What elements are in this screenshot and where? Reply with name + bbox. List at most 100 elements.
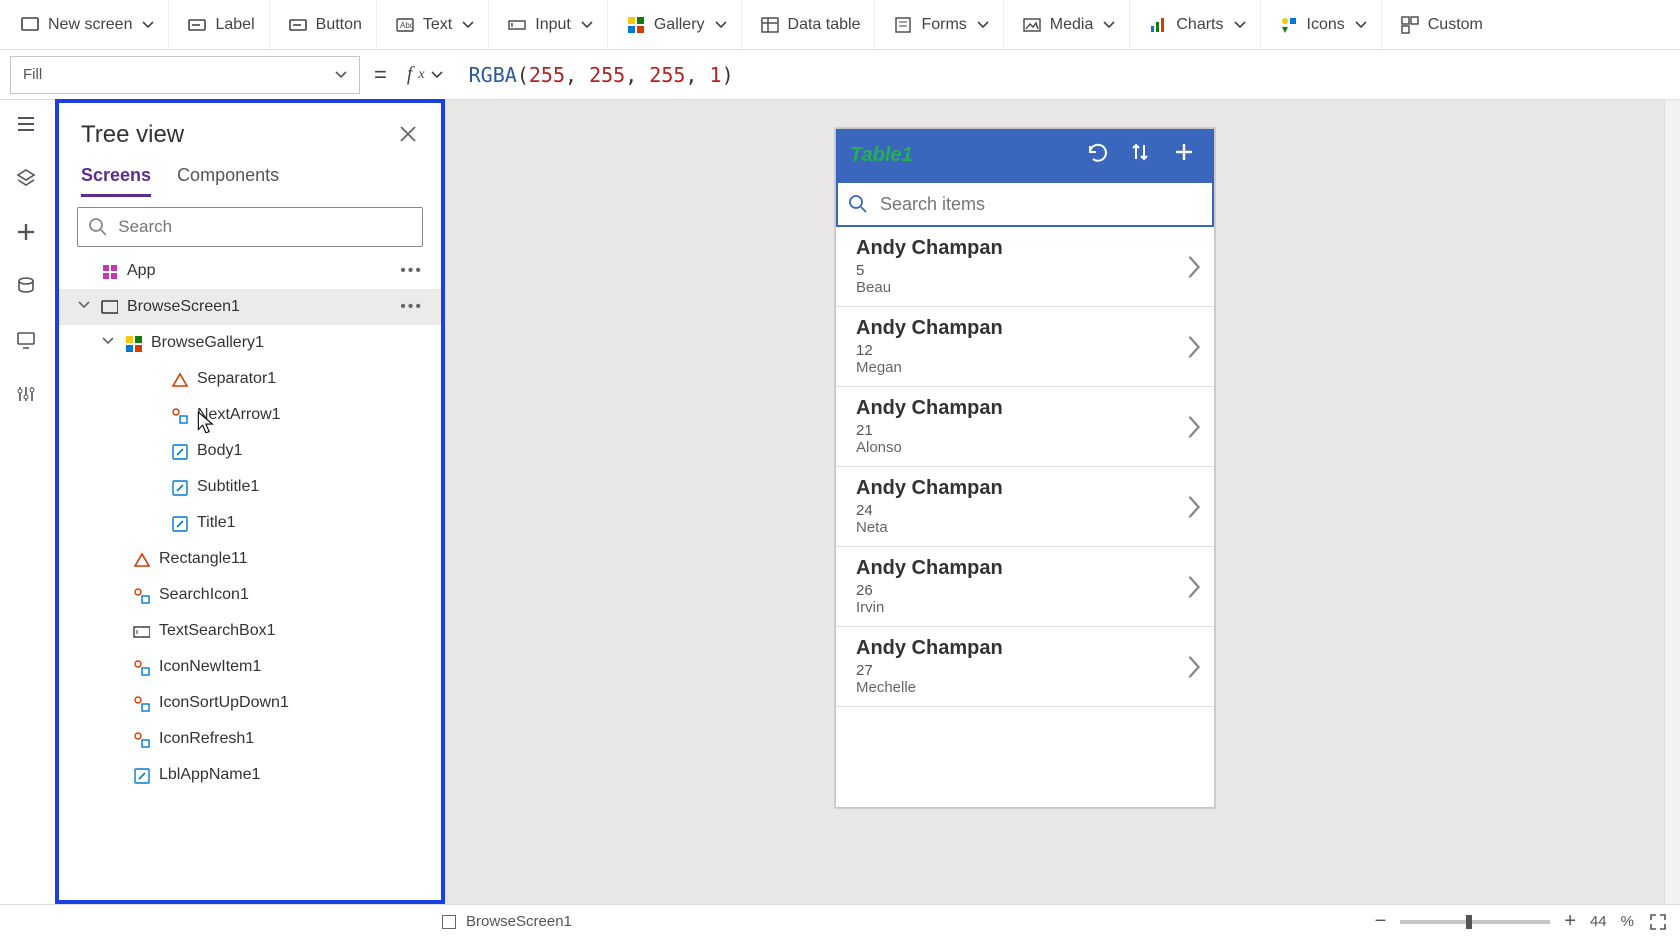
ribbon-label: Icons: [1307, 16, 1345, 34]
tree-search[interactable]: [77, 207, 423, 247]
ribbon-text[interactable]: Text: [381, 0, 489, 49]
ribbon-icons[interactable]: Icons: [1265, 0, 1382, 49]
tree-node-label: IconSortUpDown1: [159, 694, 289, 712]
caret-icon: [1355, 19, 1367, 31]
tree-node-textsearchbox[interactable]: TextSearchBox1: [59, 613, 441, 649]
tree-search-input[interactable]: [116, 216, 412, 238]
ribbon-label: New screen: [48, 16, 132, 34]
fit-to-window-icon[interactable]: [1648, 912, 1668, 932]
tree-node-subtitle[interactable]: Subtitle1: [59, 469, 441, 505]
rail-treeview[interactable]: [16, 168, 40, 192]
tree-node-label: App: [127, 262, 155, 280]
sort-icon[interactable]: [1130, 142, 1156, 168]
ribbon-datatable[interactable]: Data table: [746, 0, 876, 49]
property-name: Fill: [23, 66, 42, 83]
chevron-right-icon[interactable]: [1186, 254, 1202, 280]
item-body: 12: [856, 342, 1198, 359]
ribbon-label: Text: [423, 16, 452, 34]
item-title: Andy Champan: [856, 637, 1198, 660]
tree-node-label: TextSearchBox1: [159, 622, 276, 640]
gallery-item[interactable]: Andy Champan21Alonso: [836, 387, 1214, 467]
rail-media[interactable]: [16, 330, 40, 354]
formula-input[interactable]: RGBA(255, 255, 255, 1): [459, 56, 1670, 94]
tree-node-iconsortupdown[interactable]: IconSortUpDown1: [59, 685, 441, 721]
tree-node-label: IconRefresh1: [159, 730, 254, 748]
browse-gallery[interactable]: Andy Champan5BeauAndy Champan12MeganAndy…: [836, 227, 1214, 807]
item-subtitle: Megan: [856, 359, 1198, 376]
property-selector[interactable]: Fill: [10, 56, 360, 94]
phone-preview: Table1 Andy Champan5BeauAndy Champan12Me…: [835, 128, 1215, 808]
zoom-slider[interactable]: [1400, 920, 1550, 924]
ribbon-label: Charts: [1176, 16, 1223, 34]
tab-components[interactable]: Components: [177, 165, 279, 197]
screen-icon: [442, 915, 456, 929]
gallery-item[interactable]: Andy Champan27Mechelle: [836, 627, 1214, 707]
tree-node-label: Title1: [197, 514, 236, 532]
ribbon-forms[interactable]: Forms: [879, 0, 1003, 49]
gallery-search[interactable]: [836, 181, 1214, 227]
plus-icon[interactable]: [1174, 142, 1200, 168]
zoom-in-button[interactable]: +: [1564, 910, 1576, 933]
tree-node-iconrefresh[interactable]: IconRefresh1: [59, 721, 441, 757]
tree-node-browsegallery[interactable]: BrowseGallery1: [59, 325, 441, 361]
table-icon: [760, 15, 780, 35]
gallery-item[interactable]: Andy Champan24Neta: [836, 467, 1214, 547]
gallery-search-input[interactable]: [878, 193, 1202, 216]
more-icon[interactable]: •••: [400, 298, 431, 316]
ribbon-button-btn[interactable]: Button: [274, 0, 377, 49]
gallery-item[interactable]: Andy Champan26Irvin: [836, 547, 1214, 627]
caret-icon: [431, 69, 443, 81]
ribbon-gallery[interactable]: Gallery: [612, 0, 742, 49]
media-icon: [1022, 15, 1042, 35]
chevron-right-icon[interactable]: [1186, 414, 1202, 440]
tree-node-searchicon[interactable]: SearchIcon1: [59, 577, 441, 613]
rail-data[interactable]: [16, 276, 40, 300]
ribbon-input[interactable]: Input: [493, 0, 608, 49]
gallery-item[interactable]: Andy Champan 12Megan: [836, 307, 1214, 387]
tree-node-label: Subtitle1: [197, 478, 259, 496]
rail-hamburger[interactable]: [16, 114, 40, 138]
tree-node-browsescreen[interactable]: BrowseScreen1 •••: [59, 289, 441, 325]
tree-node-title[interactable]: Title1: [59, 505, 441, 541]
left-rail: [0, 100, 56, 904]
tree-node-iconnewitem[interactable]: IconNewItem1: [59, 649, 441, 685]
zoom-pct: %: [1621, 913, 1634, 930]
caret-icon: [335, 69, 347, 81]
chevron-right-icon[interactable]: [1186, 334, 1202, 360]
chevron-right-icon[interactable]: [1186, 574, 1202, 600]
ribbon-label: Custom: [1428, 16, 1483, 34]
gallery-item[interactable]: Andy Champan5Beau: [836, 227, 1214, 307]
fx-button[interactable]: fx: [401, 63, 449, 86]
tree-node-separator[interactable]: Separator1: [59, 361, 441, 397]
close-icon[interactable]: [399, 125, 419, 145]
refresh-icon[interactable]: [1086, 142, 1112, 168]
tree-node-lblappname[interactable]: LblAppName1: [59, 757, 441, 793]
custom-icon: [1400, 15, 1420, 35]
chevron-down-icon[interactable]: [77, 298, 91, 316]
chevron-right-icon[interactable]: [1186, 654, 1202, 680]
scrollbar-vertical[interactable]: [1664, 100, 1680, 904]
tree-node-nextarrow[interactable]: NextArrow1: [59, 397, 441, 433]
ribbon-label: Input: [535, 16, 571, 34]
ribbon-media[interactable]: Media: [1008, 0, 1131, 49]
tree-node-rectangle[interactable]: Rectangle11: [59, 541, 441, 577]
item-title: Andy Champan: [856, 317, 1198, 340]
ribbon-new-screen[interactable]: New screen: [6, 0, 169, 49]
canvas[interactable]: Table1 Andy Champan5BeauAndy Champan12Me…: [445, 100, 1680, 904]
chevron-right-icon[interactable]: [1186, 494, 1202, 520]
screen-icon: [20, 15, 40, 35]
ribbon-label: Button: [316, 16, 362, 34]
zoom-out-button[interactable]: −: [1375, 910, 1387, 933]
tree-node-app[interactable]: App •••: [59, 253, 441, 289]
ribbon-charts[interactable]: Charts: [1134, 0, 1260, 49]
chevron-down-icon[interactable]: [101, 334, 115, 352]
ribbon-label-btn[interactable]: Label: [173, 0, 269, 49]
tree-node-label: Body1: [197, 442, 242, 460]
ribbon-custom[interactable]: Custom: [1386, 0, 1497, 49]
tree-node-body[interactable]: Body1: [59, 433, 441, 469]
tab-screens[interactable]: Screens: [81, 165, 151, 197]
rail-insert[interactable]: [16, 222, 40, 246]
more-icon[interactable]: •••: [400, 262, 431, 280]
rail-advanced[interactable]: [16, 384, 40, 408]
item-title: Andy Champan: [856, 237, 1198, 260]
